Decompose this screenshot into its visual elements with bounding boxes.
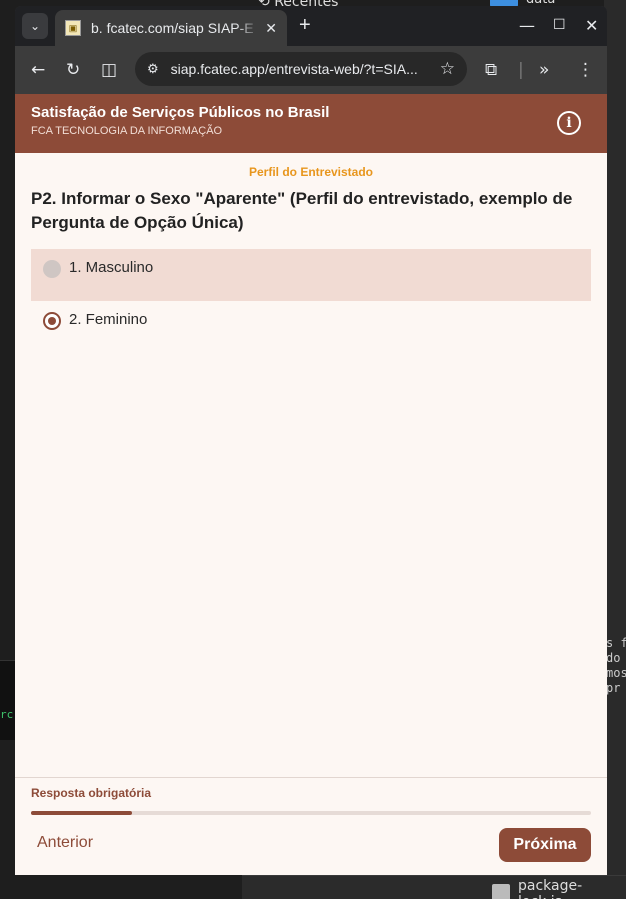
toolbar-divider: | [518,60,524,80]
tab-list-icon[interactable]: ⌄ [22,13,48,39]
option-label: 1. Masculino [69,259,154,276]
split-view-icon[interactable]: ◫ [101,60,117,80]
next-button[interactable]: Próxima [499,828,591,862]
option-masculino[interactable]: 1. Masculino [31,249,591,301]
background-code: s f do mos pr [606,636,626,695]
option-feminino[interactable]: 2. Feminino [31,301,591,353]
app-header: Satisfação de Serviços Públicos no Brasi… [15,94,607,153]
extensions-icon[interactable]: ⧉ [485,60,497,80]
file-icon [492,884,510,899]
browser-tab[interactable]: ▣ b. fcatec.com/siap SIAP-E ✕ [55,10,287,46]
progress-fill [31,811,132,815]
tab-title: b. fcatec.com/siap SIAP-E [91,20,254,36]
app-subtitle: FCA TECNOLOGIA DA INFORMAÇÃO [31,125,223,137]
radio-checked-icon[interactable] [43,312,61,330]
favicon-icon: ▣ [65,20,81,36]
maximize-icon[interactable]: ☐ [553,17,566,33]
question-text: P2. Informar o Sexo "Aparente" (Perfil d… [31,189,573,232]
option-label: 2. Feminino [69,311,148,328]
previous-button[interactable]: Anterior [37,834,93,852]
tab-bar: ⌄ ▣ b. fcatec.com/siap SIAP-E ✕ + — ☐ ✕ [15,6,607,46]
app-title: Satisfação de Serviços Públicos no Brasi… [31,104,330,121]
reload-icon[interactable]: ↻ [66,60,80,80]
section-label: Perfil do Entrevistado [248,165,374,179]
more-tools-icon[interactable]: » [539,60,549,80]
file-item[interactable]: package-lock.js [492,878,626,899]
background-text: rc [0,708,14,721]
progress-bar [31,811,591,815]
required-text: Resposta obrigatória [31,786,152,800]
browser-toolbar: ← ↻ ◫ ⚙ siap.fcatec.app/entrevista-web/?… [15,46,607,94]
radio-unchecked-icon[interactable] [43,260,61,278]
close-icon[interactable]: ✕ [265,20,277,37]
address-bar[interactable]: ⚙ siap.fcatec.app/entrevista-web/?t=SIA.… [135,52,467,86]
survey-footer: Resposta obrigatória Anterior Próxima [15,777,607,875]
browser-window: ⌄ ▣ b. fcatec.com/siap SIAP-E ✕ + — ☐ ✕ … [15,6,607,875]
survey-page: Satisfação de Serviços Públicos no Brasi… [15,94,607,875]
minimize-icon[interactable]: — [519,16,535,35]
background-panel [604,0,626,899]
url-text: siap.fcatec.app/entrevista-web/?t=SIA... [170,61,418,77]
info-icon[interactable]: i [557,111,581,135]
menu-icon[interactable]: ⋮ [577,60,594,80]
background-strip [0,660,15,740]
site-settings-icon[interactable]: ⚙ [147,61,159,77]
options-list: 1. Masculino 2. Feminino [15,249,607,353]
star-icon[interactable]: ☆ [440,59,455,79]
new-tab-icon[interactable]: + [299,14,311,37]
close-window-icon[interactable]: ✕ [585,16,598,35]
back-icon[interactable]: ← [31,60,45,80]
